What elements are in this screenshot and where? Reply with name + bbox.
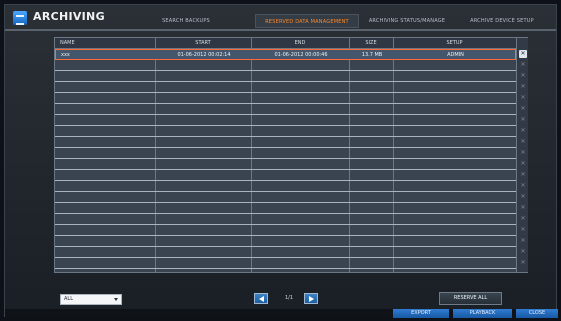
table-header: NAME START END SIZE SETUP <box>55 38 516 49</box>
tab-reserved-data-management[interactable]: RESERVED DATA MANAGEMENT <box>255 14 359 28</box>
column-name: NAME <box>60 40 75 46</box>
close-icon: ✕ <box>520 116 526 123</box>
close-icon: ✕ <box>520 171 526 178</box>
reserved-data-table: NAME START END SIZE SETUP xxx 01-06-2012… <box>54 37 528 273</box>
close-icon: ✕ <box>520 83 526 90</box>
empty-row[interactable] <box>55 148 516 159</box>
footer-bar: EXPORT PLAYBACK CLOSE <box>5 309 558 318</box>
empty-row[interactable] <box>55 258 516 269</box>
close-button[interactable]: CLOSE <box>516 309 558 318</box>
reserve-all-button[interactable]: RESERVE ALL <box>439 292 502 305</box>
close-icon[interactable]: ✕ <box>519 50 527 58</box>
filter-dropdown[interactable]: ALL <box>60 294 122 305</box>
archiving-window: ARCHIVING SEARCH BACKUPS RESERVED DATA M… <box>4 4 558 318</box>
close-icon: ✕ <box>520 160 526 167</box>
app-title: ARCHIVING <box>33 10 105 23</box>
empty-row[interactable] <box>55 181 516 192</box>
empty-row[interactable] <box>55 93 516 104</box>
next-page-button[interactable] <box>304 293 318 304</box>
empty-row[interactable] <box>55 159 516 170</box>
previous-page-button[interactable] <box>254 293 268 304</box>
close-icon: ✕ <box>520 204 526 211</box>
empty-row[interactable] <box>55 115 516 126</box>
close-icon: ✕ <box>520 248 526 255</box>
header: ARCHIVING SEARCH BACKUPS RESERVED DATA M… <box>5 5 556 31</box>
close-icon: ✕ <box>520 182 526 189</box>
empty-row[interactable] <box>55 214 516 225</box>
tab-archiving-status-manage[interactable]: ARCHIVING STATUS/MANAGE <box>363 14 451 28</box>
close-icon: ✕ <box>520 94 526 101</box>
export-button[interactable]: EXPORT <box>393 309 449 318</box>
column-setup: SETUP <box>446 40 463 46</box>
empty-row[interactable] <box>55 71 516 82</box>
archive-icon <box>13 11 27 25</box>
empty-row[interactable] <box>55 60 516 71</box>
close-icon: ✕ <box>520 72 526 79</box>
column-end: END <box>294 40 306 46</box>
chevron-right-icon <box>309 296 314 302</box>
tab-search-backups[interactable]: SEARCH BACKUPS <box>151 14 221 28</box>
chevron-left-icon <box>259 296 264 302</box>
close-icon: ✕ <box>520 193 526 200</box>
close-icon: ✕ <box>520 259 526 266</box>
page-indicator: 1/1 <box>284 295 294 301</box>
close-icon: ✕ <box>520 149 526 156</box>
empty-row[interactable] <box>55 192 516 203</box>
column-start: START <box>195 40 211 46</box>
table-row[interactable]: xxx 01-06-2012 00:02:14 01-06-2012 00:00… <box>55 49 516 60</box>
empty-row[interactable] <box>55 104 516 115</box>
close-icon: ✕ <box>520 61 526 68</box>
close-icon: ✕ <box>520 237 526 244</box>
empty-row[interactable] <box>55 247 516 258</box>
tab-underline <box>5 29 556 31</box>
empty-row[interactable] <box>55 225 516 236</box>
close-icon: ✕ <box>520 138 526 145</box>
column-size: SIZE <box>365 40 377 46</box>
empty-row[interactable] <box>55 82 516 93</box>
close-icon: ✕ <box>520 215 526 222</box>
table-grid: NAME START END SIZE SETUP xxx 01-06-2012… <box>55 38 516 272</box>
close-icon: ✕ <box>520 127 526 134</box>
tab-archive-device-setup[interactable]: ARCHIVE DEVICE SETUP <box>463 14 541 28</box>
filter-value: ALL <box>64 296 73 302</box>
empty-row[interactable] <box>55 236 516 247</box>
delete-column: ✕ ✕ ✕ ✕ ✕ ✕ ✕ ✕ ✕ ✕ ✕ ✕ ✕ ✕ ✕ ✕ ✕ ✕ ✕ ✕ <box>516 38 528 272</box>
empty-row[interactable] <box>55 126 516 137</box>
empty-row[interactable] <box>55 137 516 148</box>
playback-button[interactable]: PLAYBACK <box>453 309 512 318</box>
empty-row[interactable] <box>55 203 516 214</box>
empty-row[interactable] <box>55 170 516 181</box>
chevron-down-icon <box>114 298 118 301</box>
close-icon: ✕ <box>520 105 526 112</box>
close-icon: ✕ <box>520 226 526 233</box>
